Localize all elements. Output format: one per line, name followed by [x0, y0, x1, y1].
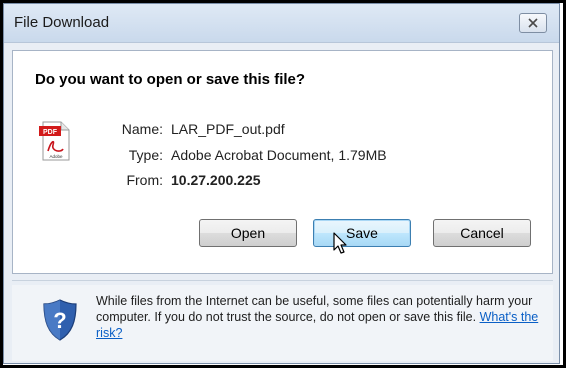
open-button[interactable]: Open: [199, 219, 297, 247]
title-bar[interactable]: File Download: [4, 4, 559, 43]
file-source-value: 10.27.200.225: [171, 172, 261, 188]
security-warning: ? While files from the Internet can be u…: [12, 285, 553, 361]
shield-question-icon: ?: [43, 299, 77, 341]
pdf-file-icon: PDF Adobe: [39, 121, 70, 161]
window-title: File Download: [14, 14, 110, 31]
pdf-icon-caption: Adobe: [49, 154, 63, 159]
mouse-cursor-icon: [333, 232, 347, 254]
dialog-question: Do you want to open or save this file?: [35, 71, 306, 88]
divider: [12, 280, 553, 281]
file-name-value: LAR_PDF_out.pdf: [171, 121, 285, 137]
from-label: From:: [126, 172, 163, 188]
close-icon: [528, 18, 538, 28]
file-type-value: Adobe Acrobat Document, 1.79MB: [171, 147, 387, 163]
type-label: Type:: [128, 147, 163, 163]
name-label: Name:: [121, 121, 163, 137]
file-download-dialog: File Download Do you want to open or sav…: [3, 3, 560, 364]
cancel-button[interactable]: Cancel: [433, 219, 531, 247]
pdf-badge-label: PDF: [43, 129, 58, 136]
warning-text: While files from the Internet can be use…: [96, 294, 533, 324]
svg-text:?: ?: [53, 308, 66, 333]
close-button[interactable]: [519, 13, 547, 33]
save-button[interactable]: Save: [313, 219, 411, 247]
dialog-content: Do you want to open or save this file? P…: [12, 50, 553, 274]
warning-message: While files from the Internet can be use…: [96, 293, 546, 341]
